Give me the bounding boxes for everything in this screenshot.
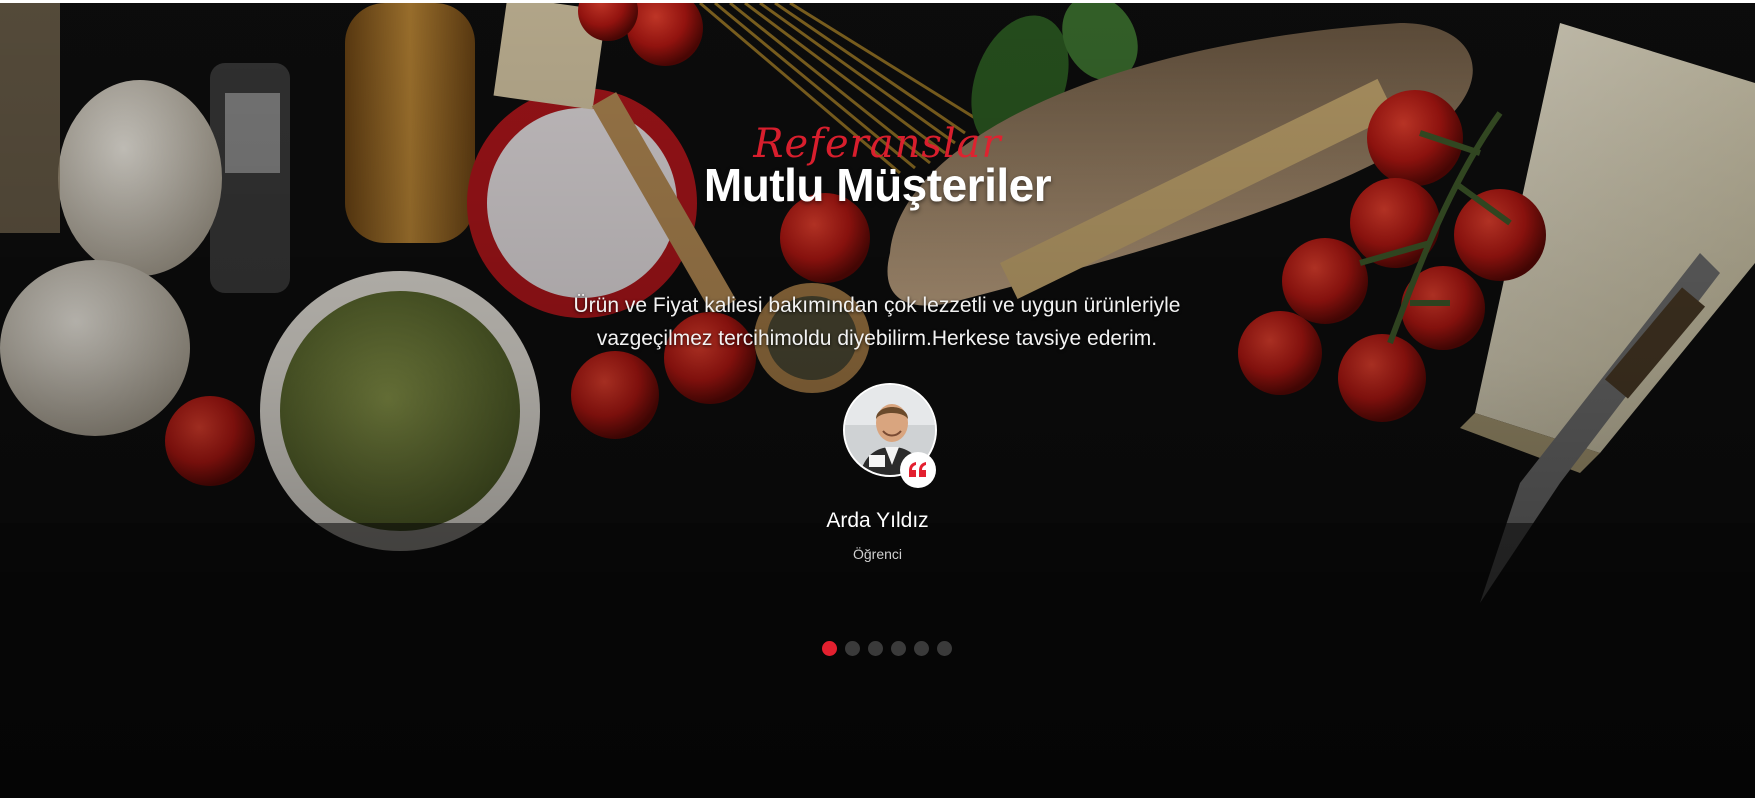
section-heading: Referanslar Mutlu Müşteriler — [0, 121, 1755, 221]
testimonial-author-role: Öğrenci — [852, 546, 903, 562]
slider-dot-1[interactable] — [822, 641, 837, 656]
slider-pagination — [822, 641, 952, 657]
testimonial-author-name: Arda Yıldız — [826, 509, 929, 532]
slider-dot-2[interactable] — [845, 641, 860, 656]
slider-dot-5[interactable] — [914, 641, 929, 656]
quote-icon — [900, 452, 936, 488]
slider-dot-3[interactable] — [868, 641, 883, 656]
slider-dot-6[interactable] — [937, 641, 952, 656]
slider-dot-4[interactable] — [891, 641, 906, 656]
testimonial-quote: Ürün ve Fiyat kaliesi bakımından çok lez… — [573, 294, 1181, 350]
section-title: Mutlu Müşteriler — [703, 159, 1052, 211]
testimonials-section: Referanslar Mutlu Müşteriler Ürün ve Fiy… — [0, 3, 1755, 798]
